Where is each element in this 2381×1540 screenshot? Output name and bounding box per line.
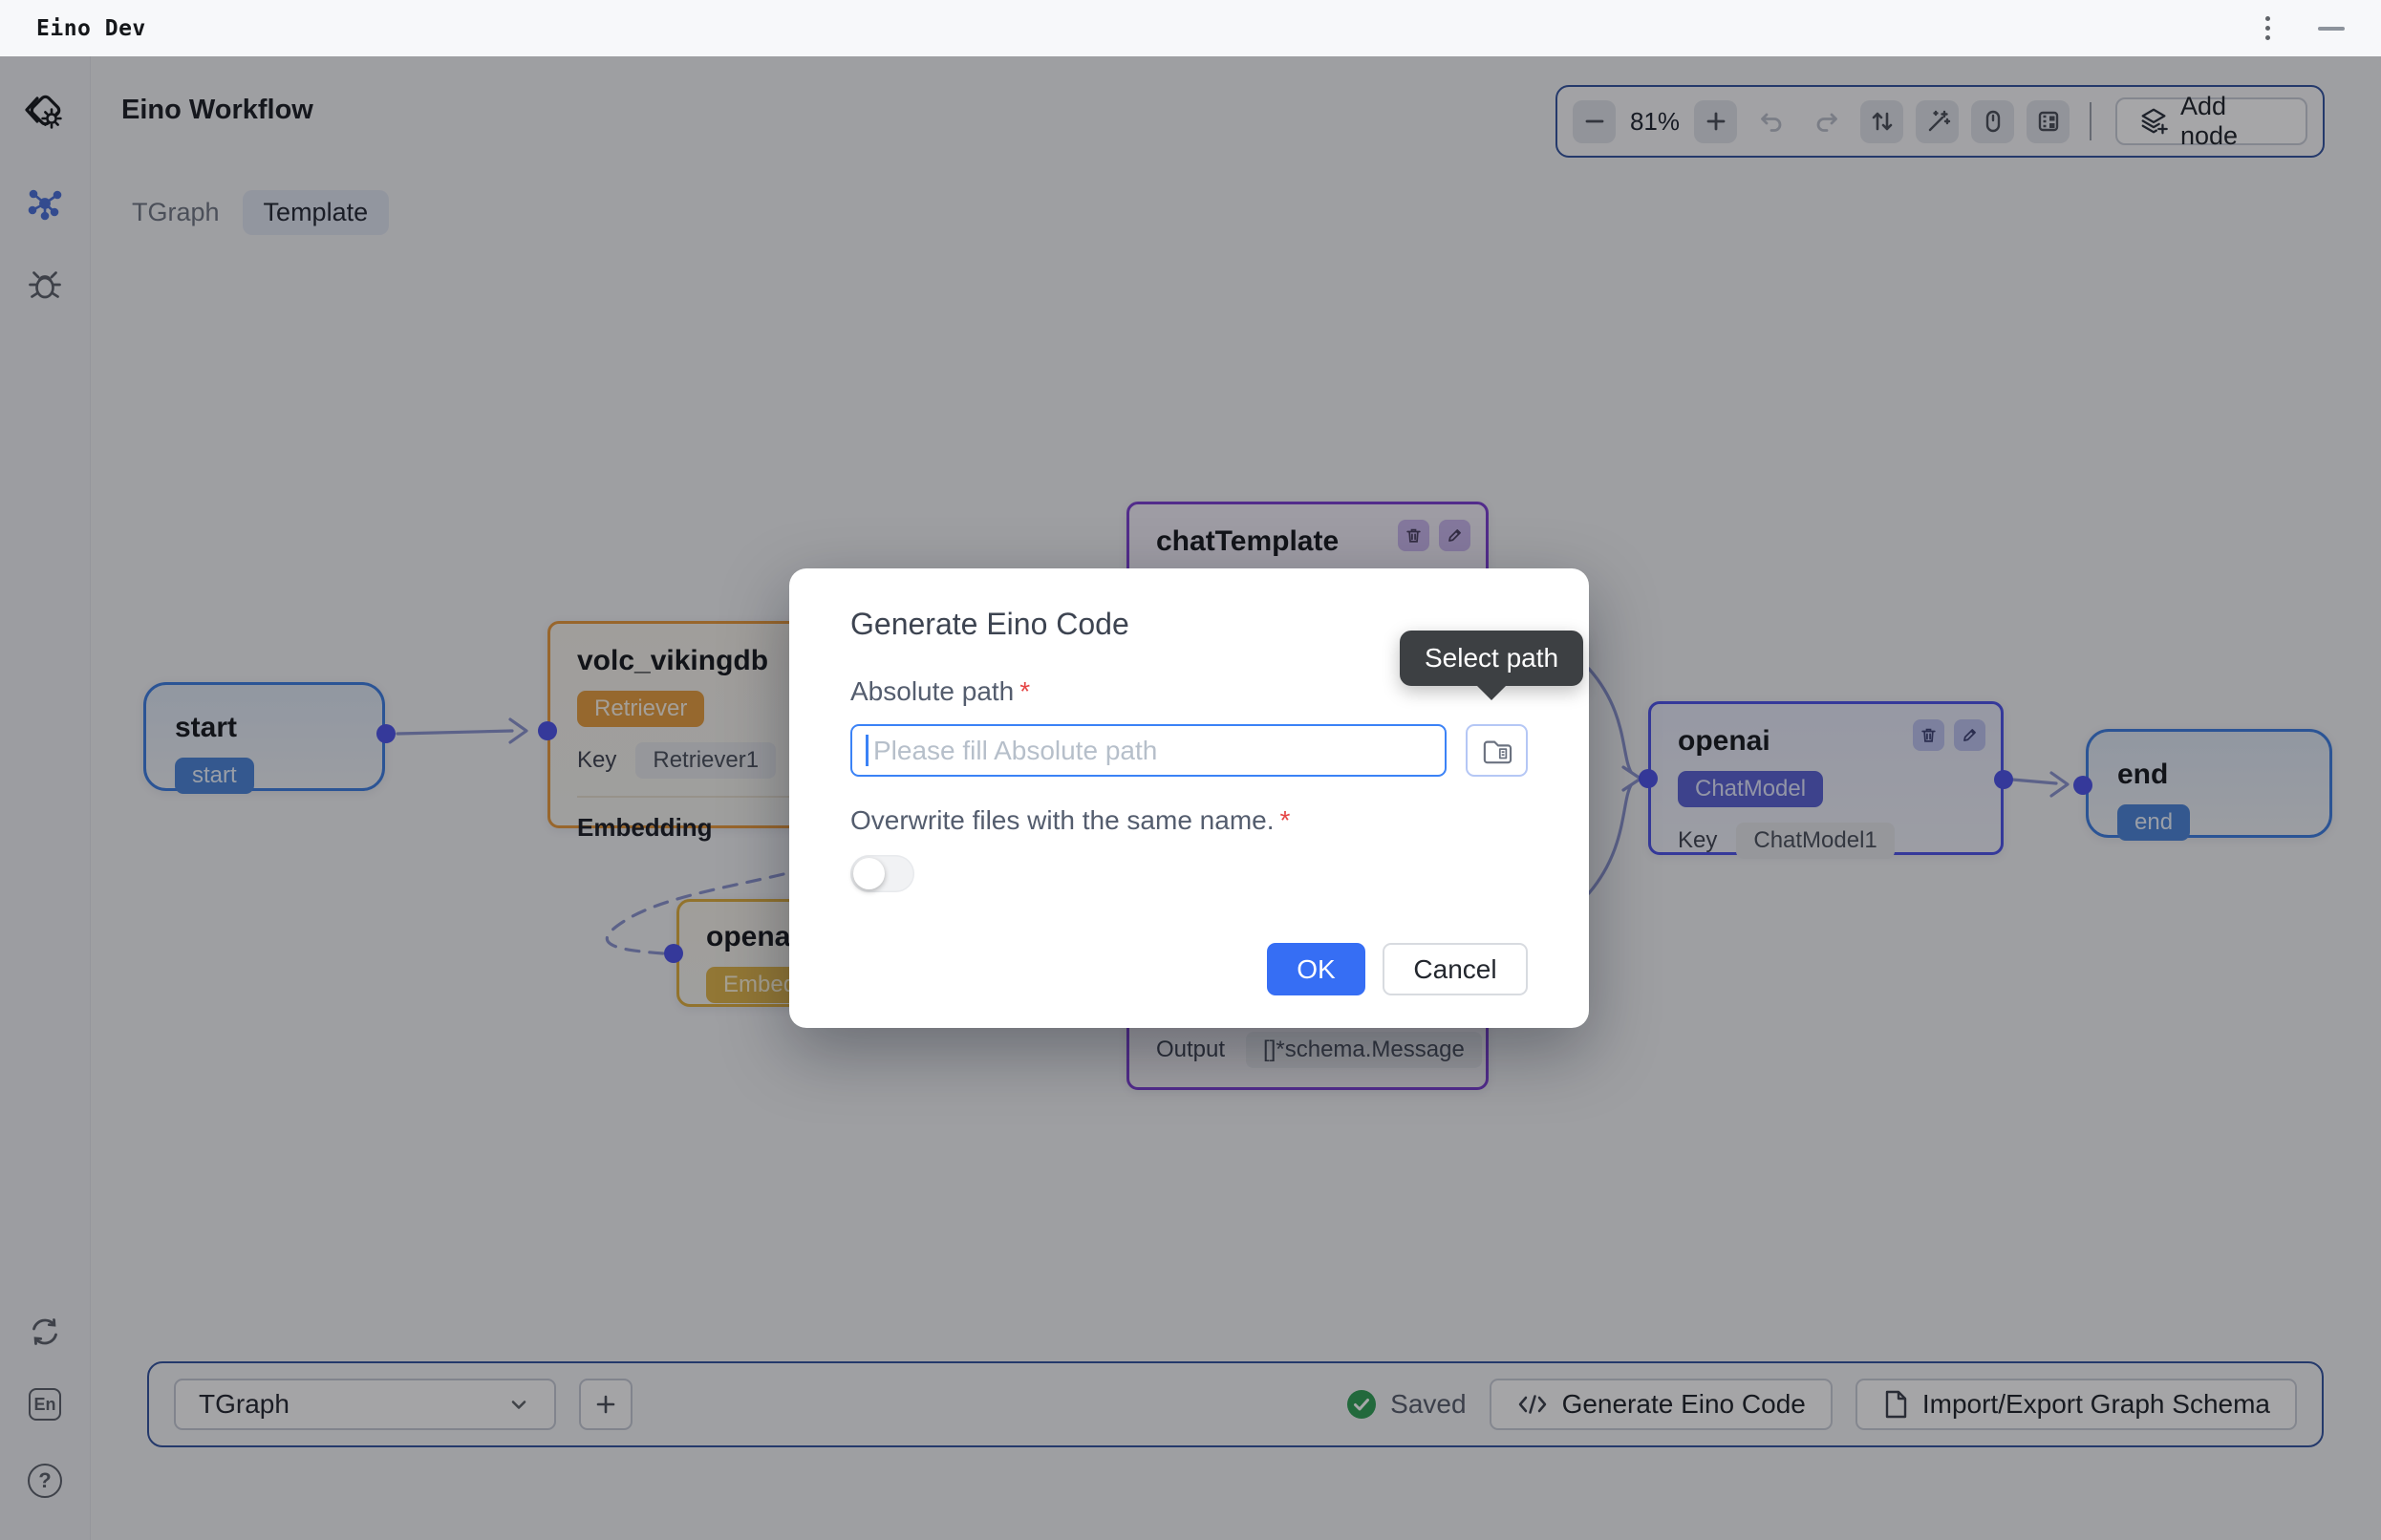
- minimize-button[interactable]: [2318, 27, 2345, 31]
- app-canvas-area: En ? Eino Workflow 81%: [0, 56, 2381, 1540]
- overwrite-label: Overwrite files with the same name.*: [850, 805, 1528, 836]
- required-marker: *: [1280, 805, 1291, 835]
- text-caret: [866, 735, 869, 766]
- overwrite-toggle[interactable]: [850, 855, 914, 892]
- folder-icon: [1481, 737, 1513, 765]
- absolute-path-input[interactable]: [850, 724, 1447, 777]
- required-marker: *: [1019, 676, 1030, 706]
- select-path-button[interactable]: [1466, 724, 1528, 777]
- toggle-knob: [853, 858, 885, 889]
- ok-button[interactable]: OK: [1267, 943, 1365, 995]
- menu-kebab-icon[interactable]: [2260, 11, 2276, 46]
- cancel-button[interactable]: Cancel: [1383, 943, 1528, 995]
- window-title: Eino Dev: [36, 16, 146, 41]
- window-titlebar: Eino Dev: [0, 0, 2381, 56]
- select-path-tooltip: Select path: [1400, 631, 1583, 686]
